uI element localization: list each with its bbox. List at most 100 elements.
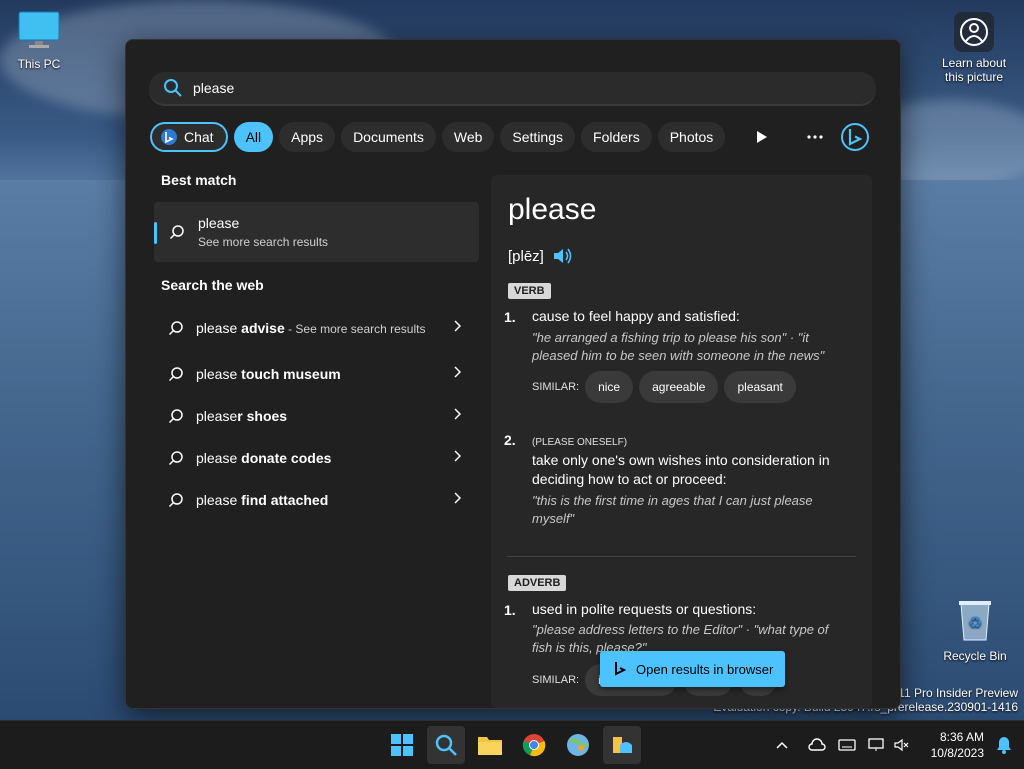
search-icon — [168, 492, 184, 508]
suggestion-prefix: please — [196, 492, 242, 508]
app-button[interactable] — [603, 726, 641, 764]
suggestion-bold: r shoes — [237, 408, 288, 424]
taskbar: 8:36 AM 10/8/2023 — [0, 720, 1024, 769]
filter-chat[interactable]: Chat — [150, 122, 228, 152]
filter-folders-label: Folders — [593, 129, 640, 145]
clock-date: 10/8/2023 — [930, 746, 984, 760]
this-pc-shortcut[interactable]: This PC — [0, 10, 78, 71]
taskbar-search-button[interactable] — [427, 726, 465, 764]
web-suggestion-advise[interactable]: please advise - See more search results — [154, 303, 479, 353]
bing-icon[interactable] — [838, 120, 872, 154]
chevron-up-icon[interactable] — [772, 741, 792, 749]
web-suggestion-donate-codes[interactable]: please donate codes — [154, 437, 479, 479]
similar-row-1: SIMILAR: nice agreeable pleasant — [532, 371, 796, 403]
chrome-button[interactable] — [515, 726, 553, 764]
svg-text:♻: ♻ — [968, 615, 982, 632]
volume-muted-icon[interactable] — [892, 738, 912, 752]
def2-number: 2. — [504, 432, 516, 448]
file-explorer-button[interactable] — [471, 726, 509, 764]
similar-chip[interactable]: pleasant — [724, 371, 796, 403]
best-match-item[interactable]: please See more search results — [154, 202, 479, 262]
clock[interactable]: 8:36 AM 10/8/2023 — [931, 729, 984, 761]
definition-word: please — [508, 193, 597, 226]
filter-settings-label: Settings — [512, 129, 564, 145]
suggestion-prefix: please — [196, 319, 242, 336]
search-panel: Chat All Apps Documents Web Settings Fol… — [125, 39, 901, 709]
filter-web[interactable]: Web — [441, 122, 495, 152]
divider — [507, 556, 856, 557]
more-filters-play-icon[interactable] — [750, 120, 774, 154]
speaker-icon[interactable] — [552, 247, 572, 265]
filter-photos[interactable]: Photos — [657, 122, 726, 152]
best-match-title: please — [198, 215, 240, 231]
open-in-browser-button[interactable]: Open results in browser — [600, 651, 785, 687]
web-suggestion-find-attached[interactable]: please find attached — [154, 479, 479, 521]
chevron-right-icon — [453, 319, 462, 337]
pos-adverb: ADVERB — [508, 573, 567, 591]
pos-verb-label: VERB — [508, 283, 551, 299]
filter-all[interactable]: All — [233, 122, 274, 152]
best-match-sub: See more search results — [198, 235, 329, 249]
def1-example: "he arranged a fishing trip to please hi… — [532, 330, 825, 363]
web-suggestion-shoes[interactable]: pleaser shoes — [154, 395, 479, 437]
suggestion-bold: find attached — [241, 492, 329, 508]
search-box[interactable] — [149, 72, 876, 106]
start-button[interactable] — [383, 726, 421, 764]
filter-web-label: Web — [453, 129, 483, 145]
chevron-right-icon — [453, 407, 462, 425]
filter-all-label: All — [245, 129, 262, 145]
recycle-bin-shortcut[interactable]: ♻ Recycle Bin — [936, 598, 1014, 663]
def1-number: 1. — [504, 309, 516, 325]
cloud-icon[interactable] — [802, 738, 832, 752]
search-icon — [168, 320, 184, 336]
best-match-heading: Best match — [161, 172, 237, 188]
web-suggestion-text: please touch museum — [196, 364, 446, 384]
similar-chip[interactable]: nice — [585, 371, 634, 403]
network-icon[interactable] — [862, 738, 892, 752]
filter-folders[interactable]: Folders — [581, 122, 652, 152]
pronunciation: [plēz] — [508, 247, 572, 265]
search-icon — [169, 224, 185, 240]
recycle-bin-label: Recycle Bin — [943, 649, 1007, 663]
web-suggestion-text: please find attached — [196, 490, 446, 510]
web-suggestion-touch-museum[interactable]: please touch museum — [154, 353, 479, 395]
keyboard-icon[interactable] — [832, 739, 862, 751]
filter-settings[interactable]: Settings — [500, 122, 576, 152]
pronunciation-text: [plēz] — [508, 247, 544, 265]
filter-chat-label: Chat — [184, 129, 214, 145]
learn-about-picture[interactable]: Learn about this picture — [932, 12, 1016, 84]
similar-chip[interactable]: agreeable — [639, 371, 719, 403]
pos-verb: VERB — [508, 281, 551, 299]
def2-tag: (PLEASE ONESELF) — [532, 437, 628, 448]
suggestion-bold: touch museum — [241, 366, 341, 382]
chevron-right-icon — [453, 365, 462, 383]
search-input[interactable] — [191, 79, 845, 97]
suggestion-bold: advise — [241, 319, 285, 336]
bing-icon — [614, 661, 626, 677]
results-list: Best match please See more search result… — [154, 172, 479, 521]
maps-app-button[interactable] — [559, 726, 597, 764]
more-options-icon[interactable] — [802, 120, 828, 154]
filter-apps-label: Apps — [291, 129, 324, 145]
def1-text: cause to feel happy and satisfied: — [532, 308, 740, 324]
this-pc-label: This PC — [17, 57, 61, 71]
notification-bell-icon[interactable] — [996, 736, 1012, 759]
suggestion-prefix: please — [196, 408, 238, 424]
filter-bar: Chat All Apps Documents Web Settings Fol… — [150, 120, 726, 154]
chevron-right-icon — [453, 491, 462, 509]
learn-label: Learn about this picture — [941, 56, 1007, 84]
similar-label: SIMILAR: — [532, 674, 580, 686]
chevron-right-icon — [453, 449, 462, 467]
system-tray — [772, 721, 912, 769]
suggestion-prefix: please — [196, 450, 242, 466]
search-icon — [163, 78, 183, 98]
suggestion-suffix: - See more search results — [284, 321, 426, 336]
search-web-heading: Search the web — [161, 277, 264, 293]
search-icon — [168, 408, 184, 424]
filter-apps[interactable]: Apps — [279, 122, 336, 152]
web-suggestion-text: please donate codes — [196, 448, 446, 468]
monitor-icon — [0, 10, 78, 53]
search-icon — [168, 450, 184, 466]
filter-documents[interactable]: Documents — [341, 122, 436, 152]
pos-adverb-label: ADVERB — [508, 575, 567, 591]
